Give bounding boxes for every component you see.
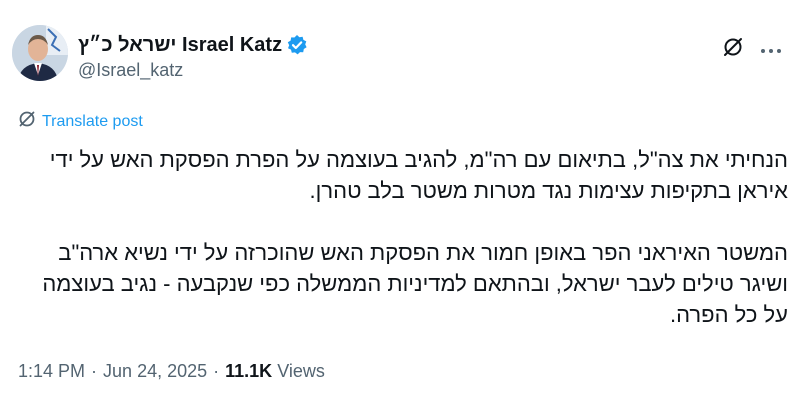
author-display-name[interactable]: ישראל כ״ץ Israel Katz: [78, 34, 282, 57]
views-count: 11.1K: [225, 361, 273, 381]
views-label: Views: [277, 361, 325, 381]
author-handle[interactable]: @Israel_katz: [78, 60, 183, 81]
grok-icon[interactable]: [722, 36, 744, 58]
separator-dot: ·: [91, 361, 98, 381]
verified-badge-icon: [286, 34, 308, 56]
tweet-time[interactable]: 1:14 PM: [18, 361, 85, 382]
translate-post-link[interactable]: Translate post: [18, 110, 143, 133]
avatar[interactable]: [12, 25, 68, 81]
author-name-row: ישראל כ״ץ Israel Katz: [78, 30, 308, 60]
more-options-icon[interactable]: [760, 42, 782, 53]
translate-icon: [18, 110, 36, 133]
tweet-paragraph-1: הנחיתי את צה"ל, בתיאום עם רה"מ, להגיב בע…: [49, 147, 788, 203]
translate-label[interactable]: Translate post: [42, 113, 143, 131]
separator-dot: ·: [213, 361, 220, 381]
tweet-card: ישראל כ״ץ Israel Katz @Israel_katz Trans…: [0, 0, 800, 403]
tweet-date[interactable]: Jun 24, 2025: [103, 361, 207, 382]
tweet-meta: 1:14 PM · Jun 24, 2025 · 11.1K Views: [18, 361, 325, 382]
tweet-body: הנחיתי את צה"ל, בתיאום עם רה"מ, להגיב בע…: [18, 144, 788, 330]
tweet-paragraph-2: המשטר האיראני הפר באופן חמור את הפסקת הא…: [42, 240, 788, 327]
